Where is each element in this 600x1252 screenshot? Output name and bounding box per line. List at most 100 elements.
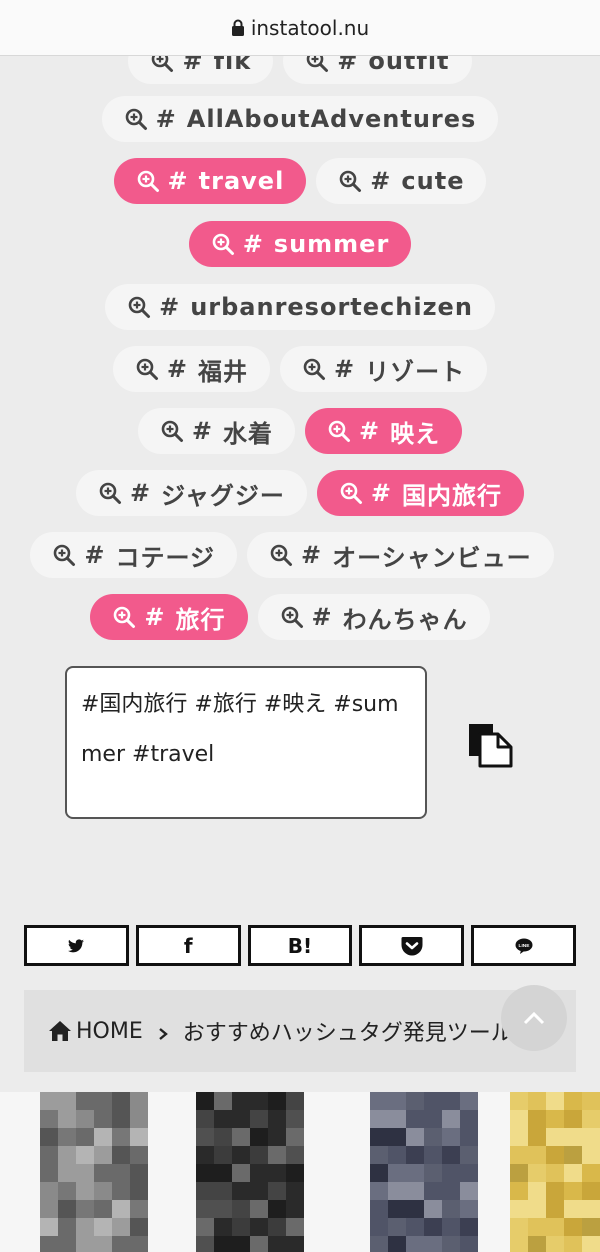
thumbnail-image[interactable] <box>40 1092 148 1252</box>
hashtag-chip[interactable]: # オーシャンビュー <box>247 532 554 578</box>
zoom-in-icon <box>114 606 136 628</box>
hashtag-label: AllAboutAdventures <box>186 105 477 133</box>
zoom-in-icon <box>137 170 159 192</box>
zoom-in-icon <box>339 170 362 192</box>
breadcrumb-home-link[interactable]: HOME <box>76 1019 143 1044</box>
line-icon: LINE <box>515 938 533 954</box>
zoom-in-icon <box>270 544 292 566</box>
hashtag-label: 旅行 <box>175 605 226 634</box>
hashtag-chip[interactable]: # 国内旅行 <box>316 470 525 516</box>
hash-symbol: # <box>182 56 204 75</box>
hashtag-label: urbanresortechizen <box>190 293 473 321</box>
thumbnail-image[interactable] <box>370 1092 478 1252</box>
twitter-icon <box>68 938 85 952</box>
hash-symbol: # <box>311 603 333 631</box>
hashtag-label: 福井 <box>198 357 248 386</box>
share-buttons: f B! LINE <box>24 925 576 966</box>
zoom-in-icon <box>99 482 121 504</box>
zoom-in-icon <box>128 296 151 318</box>
chevron-up-icon <box>523 1011 545 1025</box>
hashtag-chip[interactable]: # 福井 <box>112 346 270 392</box>
hash-symbol: # <box>166 355 188 383</box>
tag-row: # ジャグジー # 国内旅行 <box>0 470 600 516</box>
hash-symbol: # <box>242 230 264 258</box>
zoom-in-icon <box>152 56 174 72</box>
tag-row: # 水着 # 映え <box>0 408 600 454</box>
hash-symbol: # <box>155 105 177 133</box>
share-twitter-button[interactable] <box>24 925 129 966</box>
zoom-in-icon <box>303 358 325 380</box>
zoom-in-icon <box>212 233 234 255</box>
zoom-in-icon <box>136 358 158 380</box>
hashtag-label: summer <box>273 230 390 258</box>
hash-symbol: # <box>144 603 166 631</box>
home-icon <box>49 1021 71 1041</box>
tag-row: # fik # outfit <box>0 56 600 84</box>
hash-symbol: # <box>370 167 392 195</box>
hashtag-chip[interactable]: # travel <box>113 158 307 204</box>
breadcrumb-current: おすすめハッシュタグ発見ツール <box>182 1021 513 1046</box>
hashtag-label: outfit <box>368 56 450 75</box>
hashtag-label: travel <box>198 167 285 195</box>
tag-row: # 旅行 # わんちゃん <box>0 594 590 640</box>
hashtag-chip[interactable]: # わんちゃん <box>257 594 490 640</box>
hashtag-chip[interactable]: # 旅行 <box>90 594 248 640</box>
hashtag-chip[interactable]: # urbanresortechizen <box>105 284 495 330</box>
tag-row: # summer <box>0 221 600 267</box>
share-hatena-button[interactable]: B! <box>247 925 353 966</box>
hashtag-chip[interactable]: # summer <box>188 221 412 267</box>
facebook-icon: f <box>183 933 193 958</box>
thumbnail-image[interactable] <box>510 1092 600 1252</box>
scroll-to-top-button[interactable] <box>501 985 567 1051</box>
zoom-in-icon <box>161 420 183 442</box>
zoom-in-icon <box>54 544 76 566</box>
hashtag-label: 映え <box>390 419 441 448</box>
share-pocket-button[interactable] <box>359 925 465 966</box>
hashtag-chip[interactable]: # 水着 <box>137 408 295 454</box>
hash-symbol: # <box>84 541 106 569</box>
zoom-in-icon <box>328 420 350 442</box>
hashtag-chip[interactable]: # 映え <box>305 408 463 454</box>
hashtag-label: オーシャンビュー <box>332 543 532 572</box>
hashtag-label: 水着 <box>223 419 273 448</box>
share-facebook-button[interactable]: f <box>135 925 241 966</box>
hashtag-label: 国内旅行 <box>402 481 503 510</box>
hashtag-chip[interactable]: # cute <box>316 158 487 204</box>
zoom-in-icon <box>125 108 147 130</box>
hashtag-chip[interactable]: # ジャグジー <box>75 470 307 516</box>
hash-symbol: # <box>301 541 323 569</box>
zoom-in-icon <box>306 56 329 72</box>
hash-symbol: # <box>337 56 359 75</box>
zoom-in-icon <box>281 606 303 628</box>
hashtag-chip[interactable]: # outfit <box>283 56 472 84</box>
hashtag-output-textarea[interactable]: #国内旅行 #旅行 #映え #summer #travel <box>65 666 427 819</box>
hash-symbol: # <box>334 355 356 383</box>
tag-row: # travel # cute <box>0 158 600 204</box>
hashtag-label: fik <box>213 56 252 75</box>
hash-symbol: # <box>370 479 393 507</box>
hashtag-label: わんちゃん <box>342 605 468 634</box>
share-line-button[interactable]: LINE <box>471 925 576 966</box>
chevron-right-icon <box>158 1028 168 1040</box>
hashtag-label: リゾート <box>365 357 466 386</box>
copy-icon[interactable] <box>466 721 514 769</box>
tag-row: # AllAboutAdventures <box>0 96 600 142</box>
hashtag-list: # fik # outfit # AllAboutAdventures # travel… <box>0 56 600 656</box>
hash-symbol: # <box>359 417 381 445</box>
address-bar[interactable]: instatool.nu <box>0 0 600 56</box>
tag-row: # 福井 # リゾート <box>0 346 600 392</box>
hashtag-label: ジャグジー <box>161 481 285 510</box>
hashtag-chip[interactable]: # fik <box>128 56 274 84</box>
hash-symbol: # <box>191 417 213 445</box>
tag-row: # urbanresortechizen <box>0 284 600 330</box>
hashtag-chip[interactable]: # コテージ <box>30 532 237 578</box>
hatena-icon: B! <box>287 933 313 958</box>
hashtag-chip[interactable]: # リゾート <box>280 346 488 392</box>
tag-row: # コテージ # オーシャンビュー <box>0 532 592 578</box>
hashtag-chip[interactable]: # AllAboutAdventures <box>101 96 499 142</box>
svg-text:LINE: LINE <box>518 943 530 949</box>
hash-symbol: # <box>129 479 152 507</box>
thumbnail-image[interactable] <box>196 1092 304 1252</box>
zoom-in-icon <box>340 482 362 504</box>
pocket-icon <box>401 936 423 955</box>
